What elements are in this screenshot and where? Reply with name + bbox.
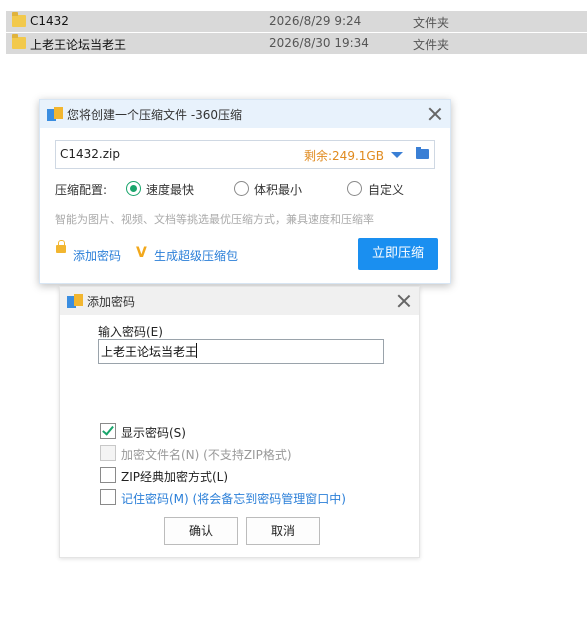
compress-dialog-title: 您将创建一个压缩文件 -360压缩 [67, 108, 243, 122]
zip-classic-encrypt-label[interactable]: ZIP经典加密方式(L) [121, 468, 228, 485]
chevron-down-icon[interactable] [391, 152, 403, 158]
password-value[interactable]: 上老王论坛当老王 [101, 343, 197, 360]
zip-classic-encrypt-checkbox[interactable] [100, 467, 116, 483]
ok-button[interactable]: 确认 [164, 517, 238, 545]
show-password-label[interactable]: 显示密码(S) [121, 424, 186, 441]
compress-now-button[interactable]: 立即压缩 [358, 238, 438, 270]
vip-icon: V [136, 245, 147, 261]
file-date: 2026/8/29 9:24 [269, 14, 362, 28]
output-path-field[interactable]: C1432.zip 剩余:249.1GB [55, 140, 435, 169]
compress-dialog-titlebar[interactable]: 您将创建一个压缩文件 -360压缩 [40, 100, 450, 128]
folder-browse-icon[interactable] [416, 147, 429, 159]
360zip-icon [47, 107, 63, 121]
radio-fastest[interactable] [126, 181, 141, 196]
radio-smallest-label[interactable]: 体积最小 [254, 181, 302, 198]
remember-password-label[interactable]: 记住密码(M) (将会备忘到密码管理窗口中) [121, 490, 346, 507]
password-input-label: 输入密码(E) [98, 325, 163, 339]
compress-hint-text: 智能为图片、视频、文档等挑选最优压缩方式，兼具速度和压缩率 [55, 213, 374, 226]
file-type: 文件夹 [413, 38, 450, 52]
output-filename[interactable]: C1432.zip [60, 147, 120, 161]
radio-custom-label[interactable]: 自定义 [368, 181, 404, 198]
password-dialog: 添加密码 输入密码(E) 上老王论坛当老王 显示密码(S) 加密文件名(N) (… [59, 286, 420, 558]
compress-dialog: 您将创建一个压缩文件 -360压缩 C1432.zip 剩余:249.1GB 压… [39, 99, 451, 284]
show-password-checkbox[interactable] [100, 423, 116, 439]
folder-icon [12, 34, 26, 49]
file-name: 上老王论坛当老王 [30, 38, 127, 52]
password-input[interactable]: 上老王论坛当老王 [98, 339, 384, 364]
text-cursor [196, 343, 197, 358]
file-date: 2026/8/30 19:34 [269, 36, 369, 50]
file-type: 文件夹 [413, 16, 450, 30]
file-name: C1432 [30, 14, 69, 28]
file-row-c1432[interactable]: C1432 2026/8/29 9:24 文件夹 [6, 11, 587, 32]
cancel-button[interactable]: 取消 [246, 517, 320, 545]
close-icon[interactable] [397, 294, 411, 308]
360zip-icon [67, 294, 83, 308]
remember-password-checkbox[interactable] [100, 489, 116, 505]
folder-icon [12, 12, 26, 27]
add-password-link[interactable]: 添加密码 [73, 247, 121, 264]
lock-icon [56, 240, 66, 253]
super-pack-link[interactable]: 生成超级压缩包 [154, 247, 238, 264]
free-space-label: 剩余:249.1GB [304, 149, 384, 163]
password-dialog-title: 添加密码 [87, 295, 136, 309]
close-icon[interactable] [428, 107, 442, 121]
radio-custom[interactable] [347, 181, 362, 196]
password-dialog-titlebar[interactable]: 添加密码 [60, 287, 419, 315]
encrypt-filename-label[interactable]: 加密文件名(N) (不支持ZIP格式) [121, 446, 292, 463]
encrypt-filename-checkbox[interactable] [100, 445, 116, 461]
compress-config-label: 压缩配置: [55, 183, 108, 197]
radio-fastest-label[interactable]: 速度最快 [146, 181, 194, 198]
file-row-laowang[interactable]: 上老王论坛当老王 2026/8/30 19:34 文件夹 [6, 33, 587, 54]
radio-smallest[interactable] [234, 181, 249, 196]
